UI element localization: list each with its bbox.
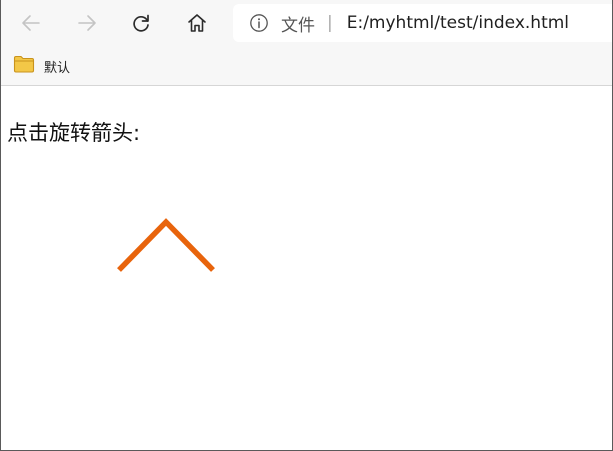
reload-button[interactable]: [125, 7, 157, 39]
page-content: 点击旋转箭头:: [1, 87, 612, 450]
arrow-left-icon: [20, 12, 42, 34]
refresh-icon: [130, 12, 152, 34]
home-icon: [186, 12, 208, 34]
info-icon[interactable]: [249, 13, 269, 33]
url-text[interactable]: E:/myhtml/test/index.html: [347, 13, 569, 33]
page-heading: 点击旋转箭头:: [7, 121, 141, 145]
browser-window: 文件 | E:/myhtml/test/index.html 默认 点击旋转箭头…: [0, 0, 613, 451]
bookmarks-bar: 默认: [1, 46, 612, 86]
site-security-label: 文件: [281, 15, 315, 36]
address-separator: |: [327, 13, 333, 33]
arrow-right-icon: [76, 12, 98, 34]
rotate-arrow[interactable]: [113, 215, 221, 279]
chevron-up-icon: [113, 218, 221, 279]
browser-toolbar: 文件 | E:/myhtml/test/index.html: [1, 0, 612, 46]
forward-button[interactable]: [71, 7, 103, 39]
bookmark-label: 默认: [44, 60, 71, 76]
back-button[interactable]: [15, 7, 47, 39]
bookmark-folder[interactable]: 默认: [13, 54, 70, 78]
address-bar[interactable]: 文件 | E:/myhtml/test/index.html: [233, 4, 612, 42]
folder-icon: [13, 55, 35, 77]
home-button[interactable]: [181, 7, 213, 39]
